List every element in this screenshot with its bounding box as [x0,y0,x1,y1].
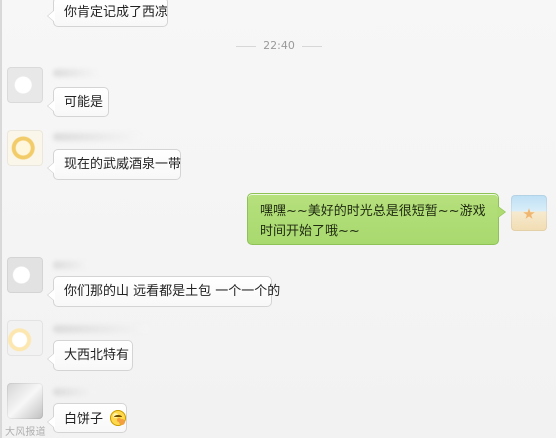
chat-window: 你肯定记成了西凉 22:40 可能是 现在的武威酒泉一带 嘿嘿~~美好的时光总是… [0,0,556,438]
timestamp-text: 22:40 [263,39,295,52]
message-bubble-2: 可能是 [47,87,109,117]
avatar-contact-1[interactable] [7,67,43,103]
message-text-2: 可能是 [64,95,104,110]
timestamp-line-right [302,45,323,47]
avatar-contact-5[interactable] [7,383,43,419]
message-timestamp: 22:40 [1,39,556,52]
contact-name-blurred [53,133,141,141]
contact-name-blurred [53,388,95,396]
message-bubble-6: 大西北特有 [47,340,133,371]
avatar-self[interactable] [511,195,547,231]
avatar-contact-2[interactable] [7,130,43,166]
message-bubble-7: 白饼子 [47,403,127,433]
message-text-5: 你们那的山 远看都是土包 一个一个的 [64,284,281,299]
message-text-3: 现在的武威酒泉一带 [64,157,182,172]
avatar-contact-3[interactable] [7,257,43,293]
message-bubble-3: 现在的武威酒泉一带 [47,149,182,180]
contact-name-blurred [53,69,101,77]
message-bubble-5: 你们那的山 远看都是土包 一个一个的 [47,276,280,307]
message-bubble-4: 嘿嘿~~美好的时光总是很短暂~~游戏时间开始了哦~~ [247,193,506,245]
message-text-4: 嘿嘿~~美好的时光总是很短暂~~游戏时间开始了哦~~ [260,204,486,239]
window-border [1,0,2,438]
message-text-7: 白饼子 [64,412,104,427]
timestamp-line-left [235,45,256,47]
contact-name-blurred [53,261,89,269]
message-bubble-1: 你肯定记成了西凉 [47,0,169,27]
message-text-1: 你肯定记成了西凉 [64,5,169,20]
watermark: 大风报道 [5,427,46,438]
message-text-6: 大西北特有 [64,348,130,363]
contact-name-blurred [53,325,149,333]
grinning-emoji-icon [110,410,127,426]
avatar-contact-4[interactable] [7,320,43,356]
